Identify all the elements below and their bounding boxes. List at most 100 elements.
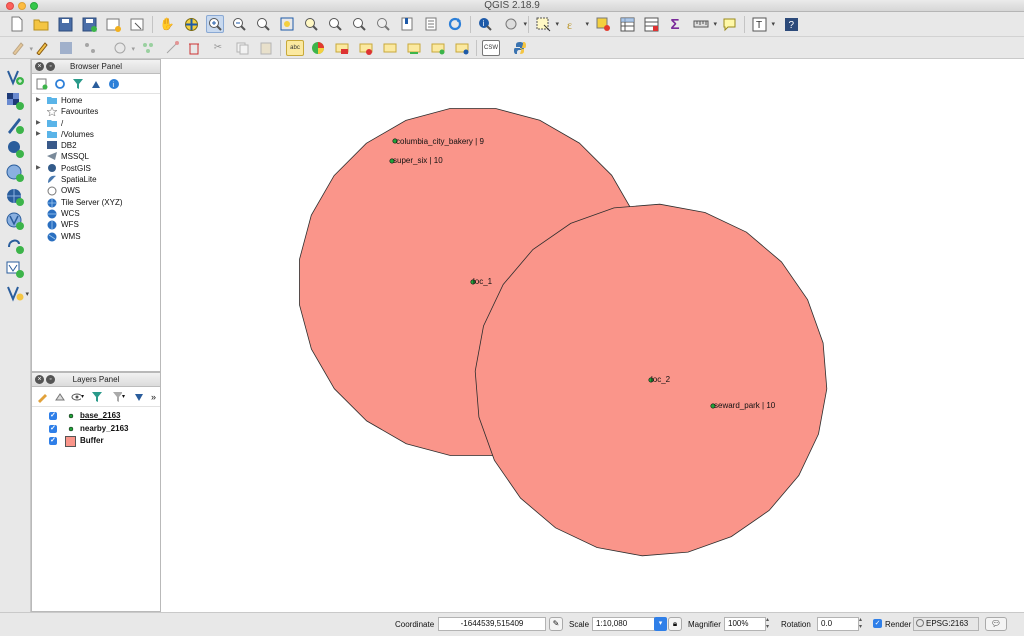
lock-scale-icon[interactable]: 🔒︎ (668, 617, 682, 631)
browser-item[interactable]: ▶ Home (32, 95, 160, 106)
close-panel-button[interactable]: × (35, 375, 44, 384)
layer-labeling-icon[interactable] (310, 40, 326, 56)
scale-combo[interactable]: 1:10,080 (592, 617, 655, 631)
browser-item[interactable]: WFS (32, 219, 160, 230)
render-checkbox[interactable]: ✓ (873, 619, 882, 628)
measure-line-icon[interactable]: ▾ (692, 15, 717, 33)
annotation-icon[interactable] (720, 15, 738, 33)
zoom-next-icon[interactable] (350, 15, 368, 33)
expand-all-icon[interactable] (132, 390, 145, 403)
label-abc-icon[interactable]: abc (286, 40, 304, 56)
new-project-icon[interactable] (8, 15, 26, 33)
move-label-icon[interactable] (382, 40, 398, 56)
zoom-out-icon[interactable] (230, 15, 248, 33)
add-delimited-text-icon[interactable] (5, 115, 25, 135)
open-project-icon[interactable] (32, 15, 50, 33)
new-print-composer-icon[interactable] (104, 15, 122, 33)
add-feature-icon[interactable] (82, 40, 98, 56)
zoom-last-icon[interactable] (326, 15, 344, 33)
pin-labels-icon[interactable] (334, 40, 350, 56)
float-panel-button[interactable]: ◦ (46, 375, 55, 384)
add-selected-layers-icon[interactable] (35, 77, 48, 90)
zoom-full-icon[interactable] (254, 15, 272, 33)
composer-manager-icon[interactable] (128, 15, 146, 33)
add-raster-layer-icon[interactable] (5, 91, 25, 111)
coordinate-field[interactable]: -1644539,515409 (438, 617, 546, 631)
rotation-stepper[interactable]: ▴ ▾ (859, 617, 862, 631)
add-postgis-layer-icon[interactable] (5, 139, 25, 159)
zoom-in-icon[interactable] (206, 15, 224, 33)
refresh-icon[interactable] (446, 15, 464, 33)
add-spatialite-layer-icon[interactable] (5, 163, 25, 183)
filter-legend-icon[interactable] (90, 390, 103, 403)
layer-item[interactable]: ✓ base_2163 (32, 410, 160, 423)
pan-to-selection-icon[interactable] (182, 15, 200, 33)
save-as-icon[interactable] (80, 15, 98, 33)
browser-item[interactable]: WCS (32, 208, 160, 219)
save-project-icon[interactable] (56, 15, 74, 33)
float-panel-button[interactable]: ◦ (46, 62, 55, 71)
select-expression-icon[interactable]: ε ▾ (564, 15, 590, 33)
layer-visibility-checkbox[interactable]: ✓ (49, 437, 57, 445)
filter-by-expression-icon[interactable]: ▾ (112, 390, 125, 403)
new-shapefile-icon[interactable]: ▾ (5, 283, 29, 303)
browser-item[interactable]: Favourites (32, 106, 160, 118)
select-icon[interactable]: ▾ (534, 15, 559, 33)
open-attribute-table-icon[interactable] (618, 15, 636, 33)
cut-features-icon[interactable]: ✂ (210, 40, 226, 56)
bookmark-list-icon[interactable] (422, 15, 440, 33)
add-wms-layer-icon[interactable] (5, 187, 25, 207)
close-panel-button[interactable]: × (35, 62, 44, 71)
change-label-icon[interactable] (430, 40, 446, 56)
add-group-icon[interactable] (53, 390, 66, 403)
text-annotation-icon[interactable]: T ▾ (750, 15, 775, 33)
browser-item[interactable]: ▶ / (32, 118, 160, 129)
current-edits-icon[interactable]: ▾ (10, 40, 33, 56)
toggle-extents-icon[interactable]: ✎ (549, 617, 563, 631)
layer-visibility-checkbox[interactable]: ✓ (49, 412, 57, 420)
layer-item[interactable]: ✓ Buffer (32, 435, 160, 448)
save-edits-icon[interactable] (58, 40, 74, 56)
layer-item[interactable]: ✓ nearby_2163 (32, 423, 160, 436)
browser-item[interactable]: WMS (32, 231, 160, 242)
crs-button[interactable]: EPSG:2163 (913, 617, 979, 631)
more-tools-icon[interactable]: » (147, 390, 160, 403)
zoom-to-layer-icon[interactable] (302, 15, 320, 33)
expand-arrow-icon[interactable]: ▶ (36, 95, 41, 106)
highlight-labels-icon[interactable] (358, 40, 374, 56)
rotate-label-icon[interactable] (406, 40, 422, 56)
layer-visibility-checkbox[interactable]: ✓ (49, 424, 57, 433)
browser-item[interactable]: ▶ /Volumes (32, 129, 160, 140)
label-options-icon[interactable] (454, 40, 470, 56)
scale-dropdown-icon[interactable]: ▾ (654, 617, 667, 631)
delete-selected-icon[interactable] (186, 40, 202, 56)
browser-item[interactable]: Tile Server (XYZ) (32, 197, 160, 208)
magnifier-spinbox[interactable]: 100% (724, 617, 766, 631)
identify-icon[interactable]: i (476, 15, 494, 33)
magnifier-stepper[interactable]: ▴ ▾ (766, 617, 769, 631)
python-console-icon[interactable] (512, 40, 528, 56)
browser-item[interactable]: DB2 (32, 140, 160, 151)
deselect-icon[interactable] (594, 15, 612, 33)
add-wfs-layer-icon[interactable] (5, 211, 25, 231)
show-bookmarks-icon[interactable] (398, 15, 416, 33)
field-calculator-icon[interactable] (642, 15, 660, 33)
manage-visibility-icon[interactable]: ▾ (71, 390, 84, 403)
expand-arrow-icon[interactable]: ▶ (36, 118, 41, 129)
expand-arrow-icon[interactable]: ▶ (36, 163, 41, 174)
browser-item[interactable]: MSSQL (32, 151, 160, 162)
filter-icon[interactable] (71, 77, 84, 90)
rotation-spinbox[interactable]: 0.0 (817, 617, 859, 631)
node-edit-icon[interactable] (164, 40, 180, 56)
layer-style-icon[interactable] (35, 390, 48, 403)
refresh-icon[interactable] (53, 77, 66, 90)
toggle-editing-icon[interactable] (34, 40, 50, 56)
zoom-to-selection-icon[interactable] (278, 15, 296, 33)
add-vector-layer-icon[interactable] (5, 67, 25, 87)
add-wcs-layer-icon[interactable] (5, 235, 25, 255)
messages-icon[interactable]: 💬︎ (985, 617, 1007, 631)
browser-item[interactable]: OWS (32, 185, 160, 196)
browser-item[interactable]: SpatiaLite (32, 174, 160, 185)
node-tool-icon[interactable]: ▾ (112, 40, 135, 56)
browser-item[interactable]: ▶ PostGIS (32, 163, 160, 174)
